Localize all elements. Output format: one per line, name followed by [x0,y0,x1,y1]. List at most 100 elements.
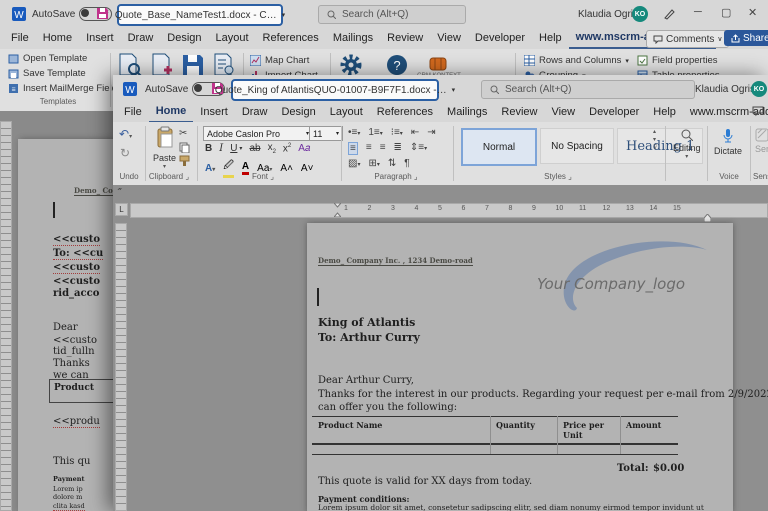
back-menu-tab-review[interactable]: Review [380,30,430,48]
dictate-button[interactable]: Dictate [714,128,742,156]
text-effect-a-button[interactable]: A▾ [205,163,215,174]
front-menu-tab-design[interactable]: Design [274,104,322,122]
paste-button[interactable]: Paste ▾ [153,126,176,170]
open-template-button[interactable]: Open Template [8,53,87,64]
text-effects-button[interactable]: A𝑎 [298,143,310,154]
multilevel-list-button[interactable]: ⁝≡▾ [391,127,403,138]
decrease-indent-button[interactable]: ⇤ [411,127,419,138]
front-menu-tab-insert[interactable]: Insert [193,104,235,122]
front-document-page[interactable]: Demo_ Company Inc. , 1234 Demo-road Your… [307,223,768,511]
user-name[interactable]: Klaudia Ogris [578,9,638,20]
collapse-ribbon-icon[interactable]: ⌃̄ [116,187,123,196]
back-menu-tab-layout[interactable]: Layout [209,30,256,48]
close-button[interactable]: ✕ [748,6,757,19]
comments-icon[interactable] [752,106,764,117]
save-floppy-icon[interactable] [182,54,204,76]
bullets-button[interactable]: •≡▾ [348,127,360,138]
front-search-box[interactable]: Search (Alt+Q) [481,80,695,99]
title-dropdown-icon[interactable]: ▾ [452,86,456,94]
increase-indent-button[interactable]: ⇥ [427,127,435,138]
strikethrough-button[interactable]: ab [249,143,260,154]
back-menu-tab-design[interactable]: Design [160,30,208,48]
doc-search-icon[interactable] [212,53,238,77]
align-left-button[interactable]: ≡ [348,142,358,155]
settings-gear-icon[interactable] [340,54,362,76]
user-name[interactable]: Klaudia Ogris [695,84,755,95]
shrink-font-button[interactable]: A˅ [301,163,314,174]
back-menu-tab-developer[interactable]: Developer [468,30,532,48]
save-template-button[interactable]: Save Template [8,68,86,79]
back-document-page[interactable]: Product Demo_ Com <<custo To: <<cu <<custo <… [18,139,121,511]
editing-button[interactable]: Editing ▾ [673,129,701,160]
maximize-button[interactable]: ▢ [721,6,731,19]
back-menu-tab-draw[interactable]: Draw [121,30,161,48]
dialog-launcher-icon[interactable]: ⌟ [185,172,189,181]
styles-scroll-down-icon[interactable]: ▾ [653,136,657,143]
minimize-button[interactable]: ─ [694,6,702,18]
comments-button[interactable]: Comments ∨ [646,30,730,48]
front-menu-tab-home[interactable]: Home [148,103,194,123]
title-dropdown-icon[interactable]: ▾ [282,11,286,19]
styles-scroll-up-icon[interactable]: ▴ [653,128,657,135]
field-properties-button[interactable]: Field properties [637,55,717,66]
front-menu-tab-view[interactable]: View [544,104,582,122]
back-menu-tab-help[interactable]: Help [532,30,569,48]
front-menu-tab-mailings[interactable]: Mailings [440,104,494,122]
user-avatar[interactable]: KO [632,6,648,22]
back-menu-tab-references[interactable]: References [256,30,326,48]
font-name-combobox[interactable]: Adobe Caslon Pro ▾ [203,126,313,141]
italic-button[interactable]: I [219,143,223,154]
shading-button[interactable]: ▨▾ [348,158,360,169]
back-document-title[interactable]: Quote_Base_NameTest1.docx - C… ▾ [115,4,286,26]
bold-button[interactable]: B [205,143,212,154]
format-painter-icon[interactable] [179,155,190,166]
insert-mailmerge-fields-button[interactable]: ≡ Insert MailMerge Fields [8,83,122,94]
back-menu-tab-home[interactable]: Home [36,30,79,48]
undo-button[interactable]: ↶▾ [119,127,132,141]
cut-button[interactable]: ✂ [179,128,187,139]
numbering-button[interactable]: 1≡▾ [368,127,382,138]
help-icon[interactable]: ? [386,54,408,76]
redo-button[interactable]: ↻ [120,146,130,160]
front-menu-tab-layout[interactable]: Layout [323,104,370,122]
font-size-combobox[interactable]: 11 ▾ [309,126,343,141]
styles-more-icon[interactable]: ⊽ [653,144,657,151]
subscript-button[interactable]: x2 [268,142,276,155]
doc-add-icon[interactable] [150,53,176,77]
save-icon[interactable] [96,7,109,20]
doc-magnifier-icon[interactable] [117,53,143,77]
justify-button[interactable]: ≣ [394,142,402,155]
indent-marker[interactable] [332,202,343,218]
back-menu-tab-view[interactable]: View [430,30,468,48]
back-menu-tab-file[interactable]: File [4,30,36,48]
front-menu-tab-help[interactable]: Help [646,104,683,122]
share-button[interactable]: Share [724,30,768,46]
map-chart-button[interactable]: Map Chart [250,55,309,66]
front-menu-tab-draw[interactable]: Draw [235,104,275,122]
rows-and-columns-button[interactable]: Rows and Columns ▾ [524,55,629,66]
back-menu-tab-insert[interactable]: Insert [79,30,121,48]
back-search-box[interactable]: Search (Alt+Q) [318,5,466,24]
show-paragraph-marks-button[interactable]: ¶ [404,158,409,169]
front-menu-tab-references[interactable]: References [370,104,440,122]
dialog-launcher-icon[interactable]: ⌟ [568,172,572,181]
back-menu-tab-mailings[interactable]: Mailings [326,30,380,48]
underline-button[interactable]: U [230,143,237,154]
crm-database-icon[interactable] [428,55,448,73]
front-menu-tab-review[interactable]: Review [494,104,544,122]
align-center-button[interactable]: ≡ [366,142,372,155]
align-right-button[interactable]: ≡ [380,142,386,155]
line-spacing-button[interactable]: ⇕≡▾ [410,142,427,155]
sort-button[interactable]: ⇅ [388,158,396,169]
front-menu-tab-developer[interactable]: Developer [582,104,646,122]
copy-icon[interactable] [179,142,190,153]
dialog-launcher-icon[interactable]: ⌟ [414,172,418,181]
user-avatar[interactable]: KO [751,81,767,97]
dialog-launcher-icon[interactable]: ⌟ [270,172,274,181]
superscript-button[interactable]: x2 [283,143,291,154]
ink-pen-icon[interactable] [663,8,675,20]
tab-stop-selector[interactable]: L [115,203,128,216]
borders-button[interactable]: ⊞▾ [368,158,379,169]
style-no-spacing[interactable]: No Spacing [540,128,614,164]
front-menu-tab-file[interactable]: File [117,104,149,122]
